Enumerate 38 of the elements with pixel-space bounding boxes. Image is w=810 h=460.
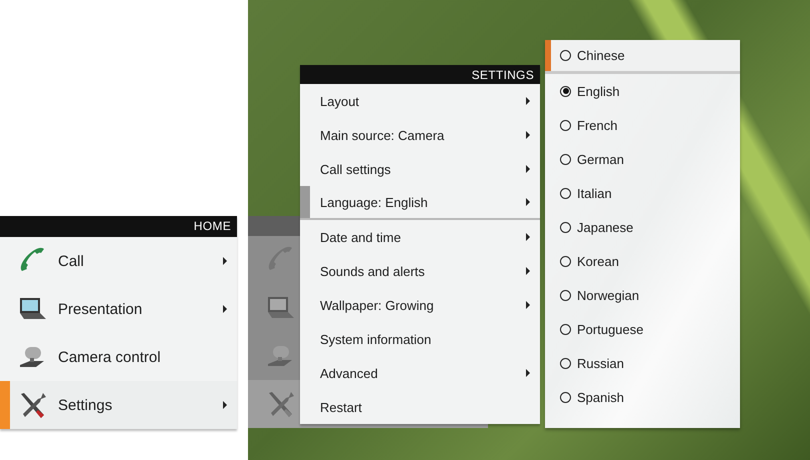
menu-item[interactable]: Settings — [0, 381, 237, 429]
radio-button[interactable] — [560, 392, 571, 402]
menu-item[interactable]: Main source: Camera — [300, 118, 540, 152]
radio-button[interactable] — [560, 120, 571, 130]
menu-item[interactable]: Call settings — [300, 152, 540, 186]
language-option[interactable]: Italian — [545, 176, 740, 210]
menu-item[interactable]: Date and time — [300, 220, 540, 254]
language-option[interactable]: Japanese — [545, 210, 740, 244]
radio-button[interactable] — [560, 188, 571, 198]
radio-button[interactable] — [560, 256, 571, 266]
language-option[interactable]: Portuguese — [545, 312, 740, 346]
menu-item[interactable]: Language: English — [300, 186, 540, 220]
menu-item[interactable]: Advanced — [300, 356, 540, 390]
menu-item[interactable]: Camera control — [0, 333, 237, 381]
radio-button[interactable] — [560, 222, 571, 232]
menu-item[interactable]: Wallpaper: Growing — [300, 288, 540, 322]
language-option[interactable]: Korean — [545, 244, 740, 278]
radio-button[interactable] — [560, 86, 571, 96]
menu-title: SETTINGS — [300, 65, 540, 84]
menu-item[interactable]: Restart — [300, 390, 540, 424]
menu-item[interactable]: Layout — [300, 84, 540, 118]
menu-item[interactable]: Call — [0, 237, 237, 285]
radio-button[interactable] — [560, 50, 571, 61]
language-option[interactable]: French — [545, 108, 740, 142]
menu-item[interactable]: System information — [300, 322, 540, 356]
language-option[interactable]: Russian — [545, 346, 740, 380]
language-option[interactable]: Spanish — [545, 380, 740, 414]
radio-button[interactable] — [560, 154, 571, 164]
radio-button[interactable] — [560, 358, 571, 368]
menu-item[interactable]: Presentation — [0, 285, 237, 333]
radio-button[interactable] — [560, 290, 571, 300]
language-option[interactable]: Chinese — [545, 40, 740, 74]
radio-button[interactable] — [560, 324, 571, 334]
language-option[interactable]: English — [545, 74, 740, 108]
language-option[interactable]: Norwegian — [545, 278, 740, 312]
menu-title: HOME — [0, 216, 237, 237]
menu-item[interactable]: Sounds and alerts — [300, 254, 540, 288]
language-option[interactable]: German — [545, 142, 740, 176]
